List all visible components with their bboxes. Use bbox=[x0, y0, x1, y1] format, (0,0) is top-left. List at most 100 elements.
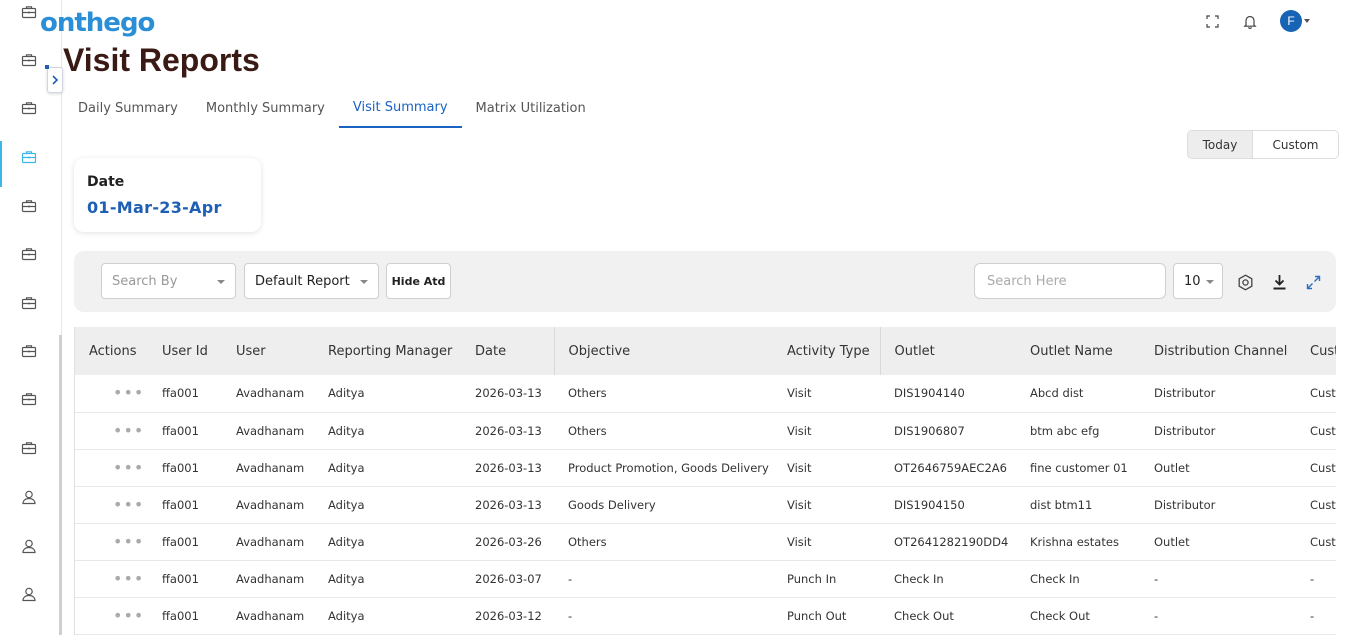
tab-monthly-summary[interactable]: Monthly Summary bbox=[192, 88, 339, 128]
table-cell: fine customer 01 bbox=[1030, 460, 1128, 475]
table-row[interactable]: ••• ffa001 Avadhanam Aditya 2026-03-12 - Punch… bbox=[75, 597, 1336, 634]
user-icon bbox=[21, 586, 37, 606]
brand-logo[interactable]: onthego bbox=[40, 8, 155, 38]
table-row[interactable]: ••• ffa001 Avadhanam Aditya 2026-03-07 - Punch… bbox=[75, 560, 1336, 597]
expand-icon[interactable] bbox=[1304, 273, 1322, 291]
report-select[interactable]: Default Report bbox=[244, 263, 379, 299]
filter-bar: Search By Default Report Hide Atd 10 bbox=[74, 251, 1336, 312]
table-cell: Others bbox=[568, 423, 607, 438]
chevron-down-icon bbox=[1304, 19, 1310, 23]
more-actions-icon[interactable]: ••• bbox=[89, 606, 144, 625]
table-row[interactable]: ••• ffa001 Avadhanam Aditya 2026-03-13 Others… bbox=[75, 375, 1336, 412]
table-row[interactable]: ••• ffa001 Avadhanam Aditya 2026-03-13 Produc… bbox=[75, 449, 1336, 486]
column-header[interactable]: Distribution Channel bbox=[1140, 327, 1296, 375]
search-input[interactable] bbox=[974, 263, 1166, 299]
sidebar-item-13[interactable] bbox=[0, 576, 58, 616]
more-actions-icon[interactable]: ••• bbox=[89, 421, 144, 440]
sidebar-expand-button[interactable] bbox=[45, 65, 63, 93]
column-header[interactable]: Date bbox=[461, 327, 554, 375]
today-button[interactable]: Today bbox=[1188, 131, 1252, 158]
table-cell: 2026-03-13 bbox=[475, 497, 542, 512]
fullscreen-icon[interactable] bbox=[1204, 13, 1220, 29]
page-size-select[interactable]: 10 bbox=[1173, 263, 1223, 299]
table-cell: Aditya bbox=[328, 534, 365, 549]
custom-button[interactable]: Custom bbox=[1252, 131, 1338, 158]
more-actions-icon[interactable]: ••• bbox=[89, 495, 144, 514]
table-cell: ffa001 bbox=[162, 423, 199, 438]
chevron-down-icon bbox=[217, 280, 225, 284]
row-actions-cell: ••• bbox=[75, 523, 148, 560]
download-icon[interactable] bbox=[1270, 273, 1288, 291]
table-cell: Outlet bbox=[1154, 460, 1190, 475]
column-header[interactable]: Cust bbox=[1296, 327, 1336, 375]
table-cell: - bbox=[568, 608, 573, 623]
user-menu[interactable]: F bbox=[1280, 10, 1310, 32]
table-cell: - bbox=[1310, 571, 1315, 586]
more-actions-icon[interactable]: ••• bbox=[89, 458, 144, 477]
table-row[interactable]: ••• ffa001 Avadhanam Aditya 2026-03-13 Goods … bbox=[75, 486, 1336, 523]
row-actions-cell: ••• bbox=[75, 449, 148, 486]
table-header-row: Actions User Id User Reporting Manager D… bbox=[75, 327, 1336, 375]
column-header[interactable]: Outlet bbox=[879, 327, 1016, 375]
sidebar-item-12[interactable] bbox=[0, 528, 58, 568]
more-actions-icon[interactable]: ••• bbox=[89, 383, 144, 402]
table-cell: 2026-03-26 bbox=[475, 534, 542, 549]
sidebar-item-9[interactable] bbox=[0, 381, 58, 421]
sidebar-item-11[interactable] bbox=[0, 479, 58, 519]
table-cell: Visit bbox=[787, 460, 812, 475]
tab-matrix-utilization[interactable]: Matrix Utilization bbox=[462, 88, 600, 128]
table-cell: Check In bbox=[894, 571, 944, 586]
table-cell: 2026-03-12 bbox=[475, 608, 542, 623]
sidebar-scrollbar[interactable] bbox=[59, 335, 62, 635]
table-cell: 2026-03-07 bbox=[475, 571, 542, 586]
briefcase-icon bbox=[21, 4, 37, 24]
table-cell: Avadhanam bbox=[236, 571, 305, 586]
table-cell: Cust bbox=[1310, 460, 1336, 475]
sidebar-item-8[interactable] bbox=[0, 333, 58, 373]
table-cell: Aditya bbox=[328, 608, 365, 623]
date-range-toggle: Today Custom bbox=[1187, 130, 1339, 159]
hide-atd-button[interactable]: Hide Atd bbox=[386, 263, 451, 299]
sidebar-item-7[interactable] bbox=[0, 285, 58, 325]
bell-icon[interactable] bbox=[1242, 13, 1258, 29]
more-actions-icon[interactable]: ••• bbox=[89, 569, 144, 588]
chevron-down-icon bbox=[1206, 280, 1214, 284]
table-cell: Avadhanam bbox=[236, 460, 305, 475]
table-row[interactable]: ••• ffa001 Avadhanam Aditya 2026-03-26 Others… bbox=[75, 523, 1336, 560]
column-header[interactable]: Outlet Name bbox=[1016, 327, 1140, 375]
page-size-value: 10 bbox=[1184, 273, 1201, 289]
sidebar-item-10[interactable] bbox=[0, 430, 58, 470]
table-row[interactable]: ••• ffa001 Avadhanam Aditya 2026-03-13 Others… bbox=[75, 412, 1336, 449]
briefcase-icon bbox=[21, 198, 37, 218]
table-cell: Avadhanam bbox=[236, 497, 305, 512]
sidebar-item-3[interactable] bbox=[0, 90, 58, 130]
tab-visit-summary[interactable]: Visit Summary bbox=[338, 88, 462, 128]
briefcase-icon bbox=[21, 52, 37, 72]
column-header[interactable]: User Id bbox=[148, 327, 222, 375]
sidebar-item-5[interactable] bbox=[0, 188, 58, 228]
table-cell: Distributor bbox=[1154, 423, 1216, 438]
user-icon bbox=[21, 538, 37, 558]
row-actions-cell: ••• bbox=[75, 486, 148, 523]
briefcase-icon bbox=[21, 343, 37, 363]
chevron-down-icon bbox=[360, 280, 368, 284]
column-header[interactable]: Reporting Manager bbox=[314, 327, 461, 375]
table-cell: Visit bbox=[787, 497, 812, 512]
search-by-select[interactable]: Search By bbox=[101, 263, 236, 299]
table-cell: Aditya bbox=[328, 571, 365, 586]
column-header[interactable]: Objective bbox=[553, 327, 773, 375]
sidebar-item-4[interactable] bbox=[0, 139, 58, 187]
table-cell: ffa001 bbox=[162, 497, 199, 512]
tab-daily-summary[interactable]: Daily Summary bbox=[64, 88, 192, 128]
settings-hexagon-icon[interactable] bbox=[1236, 273, 1254, 291]
column-header[interactable]: Actions bbox=[75, 327, 148, 375]
table-cell: - bbox=[568, 571, 573, 586]
report-select-value: Default Report bbox=[255, 273, 350, 289]
column-header[interactable]: Activity Type bbox=[773, 327, 880, 375]
column-header[interactable]: User bbox=[222, 327, 314, 375]
more-actions-icon[interactable]: ••• bbox=[89, 532, 144, 551]
avatar: F bbox=[1280, 10, 1302, 32]
sidebar-item-6[interactable] bbox=[0, 236, 58, 276]
row-actions-cell: ••• bbox=[75, 375, 148, 412]
table-cell: Distributor bbox=[1154, 497, 1216, 512]
